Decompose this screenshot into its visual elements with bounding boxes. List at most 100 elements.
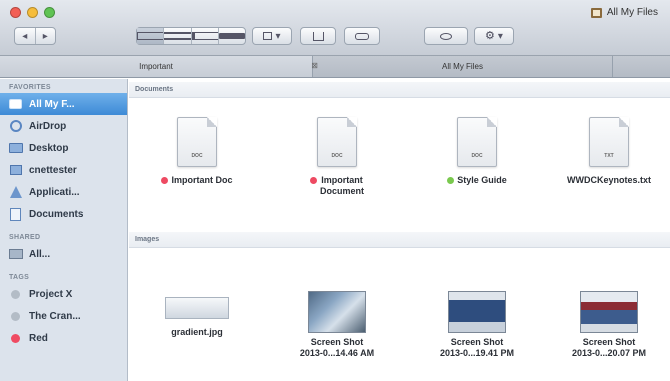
screenshot-thumbnail	[580, 291, 638, 333]
sidebar-item-label: Documents	[29, 208, 84, 220]
sidebar-item-all-my-files[interactable]: All My F...	[0, 93, 127, 115]
sidebar-section-shared: SHARED	[9, 234, 41, 241]
tag-dot-icon	[8, 288, 23, 301]
column-view-button[interactable]	[191, 28, 219, 44]
file-label: WWDCKeynotes.txt	[567, 175, 651, 186]
sidebar-item-tag-project-x[interactable]: Project X	[0, 283, 127, 305]
screenshot-thumbnail	[308, 291, 366, 333]
new-tab-area[interactable]	[613, 56, 670, 77]
file-name: Screen Shot 2013-0...19.41 PM	[439, 337, 515, 358]
tag-dot-icon	[447, 177, 455, 184]
share-icon	[312, 31, 324, 41]
sidebar-item-label: All My F...	[29, 98, 75, 110]
close-window-button[interactable]	[10, 7, 21, 18]
eye-icon	[440, 32, 452, 40]
tab-important[interactable]: Important ⊠	[0, 56, 318, 77]
chevron-down-icon: ▾	[497, 30, 503, 42]
arrange-button[interactable]: ▾	[252, 27, 292, 45]
airdrop-icon	[8, 120, 23, 133]
file-item-screen-shot-1[interactable]: Screen Shot 2013-0...14.46 AM	[277, 291, 397, 359]
sidebar-item-shared-all[interactable]: All...	[0, 243, 127, 265]
screenshot-thumbnail	[448, 291, 506, 333]
text-document-icon: TXT	[589, 117, 629, 167]
sidebar-item-applications[interactable]: Applicati...	[0, 181, 127, 203]
tag-dot-icon	[8, 332, 23, 345]
file-item-wwdckeynotes[interactable]: TXT WWDCKeynotes.txt	[549, 117, 669, 186]
gear-icon: ⚙	[485, 29, 495, 42]
file-name: Screen Shot 2013-0...20.07 PM	[571, 337, 647, 358]
sidebar-item-label: Red	[29, 332, 48, 344]
sidebar-item-label: All...	[29, 248, 51, 260]
back-button[interactable]: ◂	[15, 28, 36, 44]
sidebar-section-favorites: FAVORITES	[9, 84, 51, 91]
image-thumbnail	[165, 297, 229, 319]
file-name: WWDCKeynotes.txt	[566, 175, 651, 185]
file-item-screen-shot-2[interactable]: Screen Shot 2013-0...19.41 PM	[417, 291, 537, 359]
file-name: Style Guide	[457, 175, 507, 185]
file-label: gradient.jpg	[171, 327, 223, 338]
document-icon: DOC	[177, 117, 217, 167]
file-label: Screen Shot 2013-0...20.07 PM	[572, 337, 646, 359]
arrange-icon	[263, 32, 273, 40]
icon-view-button[interactable]	[137, 28, 165, 44]
tag-dot-icon	[161, 177, 169, 184]
sidebar-item-tag-red[interactable]: Red	[0, 327, 127, 349]
tab-bar: Important ⊠ All My Files	[0, 56, 670, 78]
file-name: gradient.jpg	[171, 327, 223, 337]
sidebar-item-tag-the-cran[interactable]: The Cran...	[0, 305, 127, 327]
file-item-gradient[interactable]: gradient.jpg	[137, 281, 257, 338]
sidebar-item-home[interactable]: cnettester	[0, 159, 127, 181]
all-files-icon	[590, 7, 602, 18]
file-label: Screen Shot 2013-0...14.46 AM	[300, 337, 374, 359]
file-item-screen-shot-3[interactable]: Screen Shot 2013-0...20.07 PM	[549, 291, 669, 359]
coverflow-view-icon	[218, 33, 245, 39]
action-button[interactable]: ⚙ ▾	[474, 27, 514, 45]
share-button[interactable]	[300, 27, 336, 45]
chevron-left-icon: ◂	[22, 30, 28, 42]
shared-computer-icon	[8, 248, 23, 261]
edit-tags-button[interactable]	[344, 27, 380, 45]
column-view-icon	[191, 32, 218, 40]
view-mode-control	[136, 27, 246, 45]
documents-icon	[8, 207, 23, 221]
list-view-icon	[164, 32, 191, 40]
file-name: Important Doc	[171, 175, 233, 185]
chevron-down-icon: ▾	[275, 30, 281, 42]
zoom-window-button[interactable]	[44, 7, 55, 18]
sidebar-item-label: AirDrop	[29, 120, 67, 132]
chevron-right-icon: ▸	[42, 30, 48, 42]
sidebar-item-label: Applicati...	[29, 186, 80, 198]
minimize-window-button[interactable]	[27, 7, 38, 18]
window-controls	[10, 7, 55, 18]
tag-dot-icon	[8, 310, 23, 323]
tab-all-my-files[interactable]: All My Files	[313, 56, 613, 77]
file-item-important-document[interactable]: DOC Important Document	[277, 117, 397, 197]
sidebar-item-label: Project X	[29, 288, 73, 300]
sidebar-item-label: The Cran...	[29, 310, 81, 322]
sidebar-item-desktop[interactable]: Desktop	[0, 137, 127, 159]
file-name: Important Document	[319, 175, 364, 196]
group-header-documents: Documents	[129, 82, 670, 98]
sidebar-item-airdrop[interactable]: AirDrop	[0, 115, 127, 137]
file-item-style-guide[interactable]: DOC Style Guide	[417, 117, 537, 186]
sidebar-item-label: cnettester	[29, 164, 77, 176]
tag-dot-icon	[309, 177, 317, 184]
quick-look-button[interactable]	[424, 27, 468, 45]
file-label: Important Document	[309, 175, 364, 197]
sidebar-section-tags: TAGS	[9, 274, 30, 281]
desktop-icon	[8, 142, 23, 155]
file-item-important-doc[interactable]: DOC Important Doc	[137, 117, 257, 186]
document-icon: DOC	[317, 117, 357, 167]
window-title: All My Files	[590, 7, 658, 18]
coverflow-view-button[interactable]	[218, 28, 245, 44]
list-view-button[interactable]	[164, 28, 192, 44]
document-icon: DOC	[457, 117, 497, 167]
file-label: Screen Shot 2013-0...19.41 PM	[440, 337, 514, 359]
file-name: Screen Shot 2013-0...14.46 AM	[299, 337, 375, 358]
sidebar-item-label: Desktop	[29, 142, 69, 154]
sidebar-item-documents[interactable]: Documents	[0, 203, 127, 225]
applications-icon	[8, 186, 23, 199]
forward-button[interactable]: ▸	[36, 28, 56, 44]
file-label: Style Guide	[447, 175, 507, 186]
sidebar: FAVORITES All My F... AirDrop Desktop cn…	[0, 79, 128, 381]
